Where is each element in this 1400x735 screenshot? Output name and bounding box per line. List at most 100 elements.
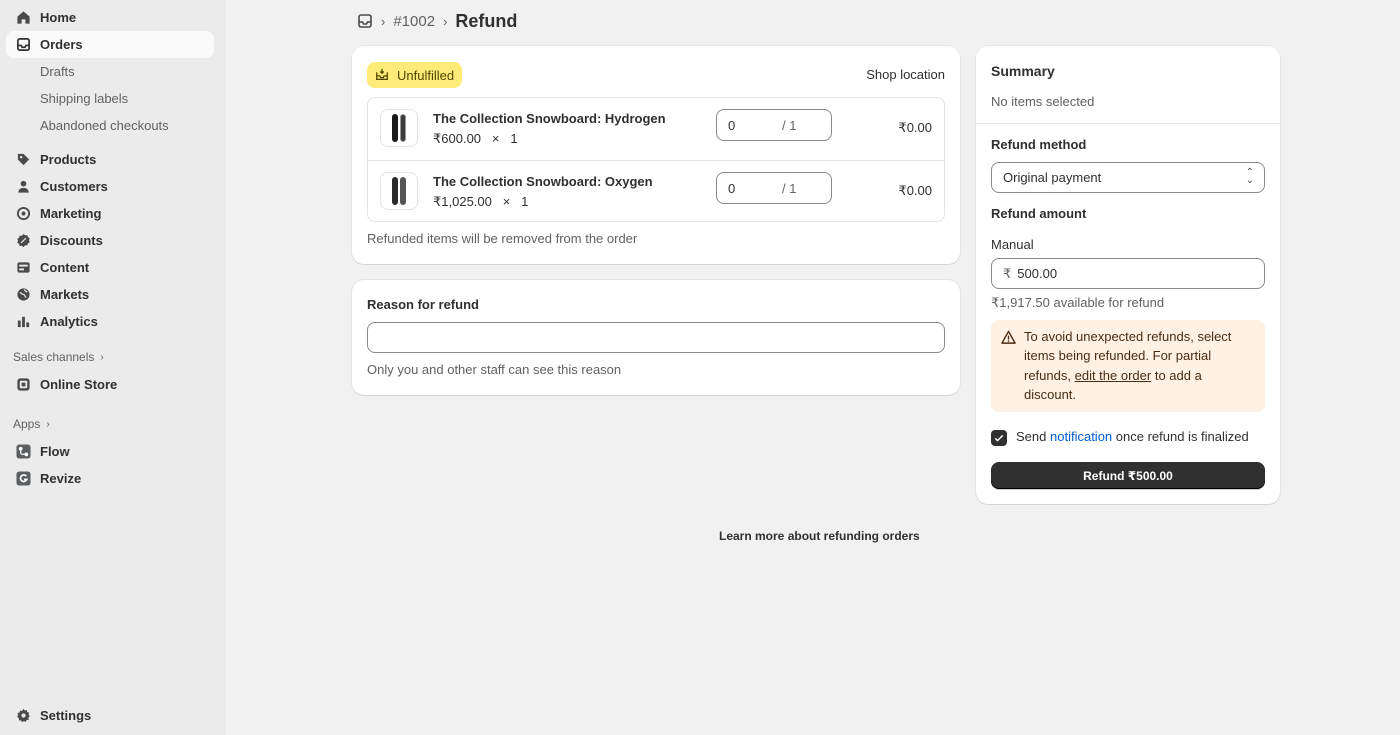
item-name[interactable]: The Collection Snowboard: Oxygen [433, 174, 653, 189]
chevron-right-icon: › [443, 13, 448, 29]
badge-label: Unfulfilled [397, 67, 455, 83]
edit-order-link[interactable]: edit the order [1075, 368, 1152, 383]
sidebar-item-label: Online Store [40, 377, 118, 392]
sidebar-item-label: Customers [40, 179, 108, 194]
home-icon [16, 10, 31, 25]
unit-price: ₹600.00 [433, 131, 482, 146]
sidebar-item-customers[interactable]: Customers [6, 173, 214, 200]
reason-title: Reason for refund [367, 297, 479, 312]
apps-label: Apps [13, 417, 41, 431]
sidebar-item-orders[interactable]: Orders [6, 31, 214, 58]
globe-icon [16, 287, 31, 302]
breadcrumb: › #1002 › Refund [357, 10, 517, 32]
send-notification-checkbox[interactable] [991, 430, 1007, 446]
sidebar-item-home[interactable]: Home [6, 4, 214, 31]
learn-more-link[interactable]: Learn more about refunding orders [719, 529, 920, 543]
chevron-right-icon: › [46, 418, 50, 430]
refund-amount-label: Refund amount [991, 206, 1087, 221]
chevron-right-icon: › [100, 351, 104, 363]
sidebar-item-products[interactable]: Products [6, 146, 214, 173]
summary-no-items: No items selected [991, 94, 1095, 109]
notify-suffix: once refund is finalized [1115, 429, 1249, 444]
inbox-icon [16, 37, 31, 52]
sidebar-item-settings[interactable]: Settings [6, 702, 214, 729]
flow-app-icon [16, 444, 31, 459]
refund-method-label: Refund method [991, 137, 1087, 152]
item-refund-total: ₹0.00 [898, 183, 932, 198]
page-title: Refund [455, 10, 518, 31]
sidebar-item-flow[interactable]: Flow [6, 438, 214, 465]
item-refund-total: ₹0.00 [898, 120, 932, 135]
refund-amount-value: 500.00 [1017, 266, 1058, 281]
sidebar-item-label: Marketing [40, 206, 102, 221]
refund-method-value: Original payment [1003, 170, 1102, 185]
reason-card: Reason for refund Only you and other sta… [352, 280, 960, 395]
summary-title: Summary [991, 63, 1055, 79]
divider [976, 123, 1280, 124]
sales-channels-label: Sales channels [13, 350, 95, 364]
orders-inbox-icon[interactable] [357, 13, 373, 29]
store-icon [16, 377, 31, 392]
sidebar-item-analytics[interactable]: Analytics [6, 308, 214, 335]
checkmark-icon [994, 434, 1004, 442]
sidebar-subitem-abandoned-checkouts[interactable]: Abandoned checkouts [40, 115, 169, 135]
sidebar-item-label: Flow [40, 444, 70, 459]
sidebar-subitem-drafts[interactable]: Drafts [40, 61, 75, 81]
refund-qty-value: 0 [728, 117, 736, 133]
line-items-list: The Collection Snowboard: Hydrogen ₹600.… [367, 97, 945, 222]
line-item: The Collection Snowboard: Oxygen ₹1,025.… [368, 160, 944, 222]
sidebar-item-discounts[interactable]: Discounts [6, 227, 214, 254]
content-icon [16, 260, 31, 275]
bar-chart-icon [16, 314, 31, 329]
send-notification-label: Send notification once refund is finaliz… [1016, 429, 1249, 444]
refund-qty-value: 0 [728, 180, 736, 196]
refund-qty-input[interactable]: 0 / 1 [716, 109, 832, 141]
product-thumbnail [380, 109, 418, 147]
warning-icon [1001, 330, 1016, 344]
sidebar: Home Orders Drafts Shipping labels Aband… [0, 0, 226, 735]
refund-note: Refunded items will be removed from the … [367, 231, 638, 246]
apps-header[interactable]: Apps › [13, 415, 50, 433]
sidebar-item-label: Home [40, 10, 77, 25]
chevron-right-icon: › [381, 13, 386, 29]
reason-input[interactable] [367, 322, 945, 353]
item-name[interactable]: The Collection Snowboard: Hydrogen [433, 111, 666, 126]
sidebar-item-label: Settings [40, 708, 92, 723]
refund-method-select[interactable]: Original payment ⌃ ⌄ [991, 162, 1265, 193]
item-price: ₹1,025.00 × 1 [433, 194, 528, 210]
manual-label: Manual [991, 237, 1034, 252]
sidebar-item-label: Revize [40, 471, 82, 486]
unit-price: ₹1,025.00 [433, 194, 492, 209]
sidebar-item-online-store[interactable]: Online Store [6, 371, 214, 398]
sidebar-item-markets[interactable]: Markets [6, 281, 214, 308]
sidebar-item-label: Products [40, 152, 97, 167]
times-sign: × [502, 194, 511, 209]
sidebar-item-label: Content [40, 260, 90, 275]
sidebar-item-marketing[interactable]: Marketing [6, 200, 214, 227]
refund-amount-input[interactable]: ₹ 500.00 [991, 258, 1265, 289]
sidebar-item-content[interactable]: Content [6, 254, 214, 281]
sidebar-item-label: Discounts [40, 233, 103, 248]
refund-button[interactable]: Refund ₹500.00 [991, 462, 1265, 489]
sidebar-subitem-shipping-labels[interactable]: Shipping labels [40, 88, 128, 108]
refund-qty-input[interactable]: 0 / 1 [716, 172, 832, 204]
sidebar-item-revize[interactable]: Revize [6, 465, 214, 492]
discount-icon [16, 233, 31, 248]
notification-link[interactable]: notification [1050, 429, 1112, 444]
select-chevron-icon: ⌃ ⌄ [1245, 167, 1254, 186]
gear-icon [16, 708, 31, 723]
items-card: Unfulfilled Shop location The Collection… [352, 46, 960, 264]
fulfillment-status-badge: Unfulfilled [367, 62, 463, 88]
sidebar-item-label: Analytics [40, 314, 98, 329]
warning-text: To avoid unexpected refunds, select item… [1024, 327, 1256, 405]
ordered-qty: 1 [521, 194, 529, 209]
snowboard-image [392, 177, 398, 205]
breadcrumb-order-link[interactable]: #1002 [393, 13, 435, 30]
summary-card: Summary No items selected Refund method … [976, 46, 1280, 504]
notify-prefix: Send [1016, 429, 1047, 444]
fulfillment-icon [376, 68, 388, 81]
snowboard-image [400, 177, 406, 205]
refund-qty-max: / 1 [782, 180, 797, 196]
sales-channels-header[interactable]: Sales channels › [13, 348, 104, 366]
product-thumbnail [380, 172, 418, 210]
